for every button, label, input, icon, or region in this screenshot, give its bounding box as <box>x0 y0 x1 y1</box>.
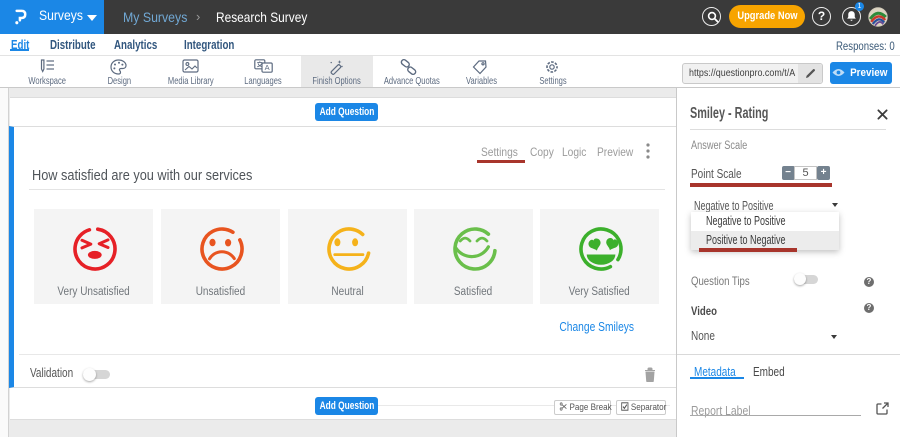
svg-text:A: A <box>265 63 270 72</box>
